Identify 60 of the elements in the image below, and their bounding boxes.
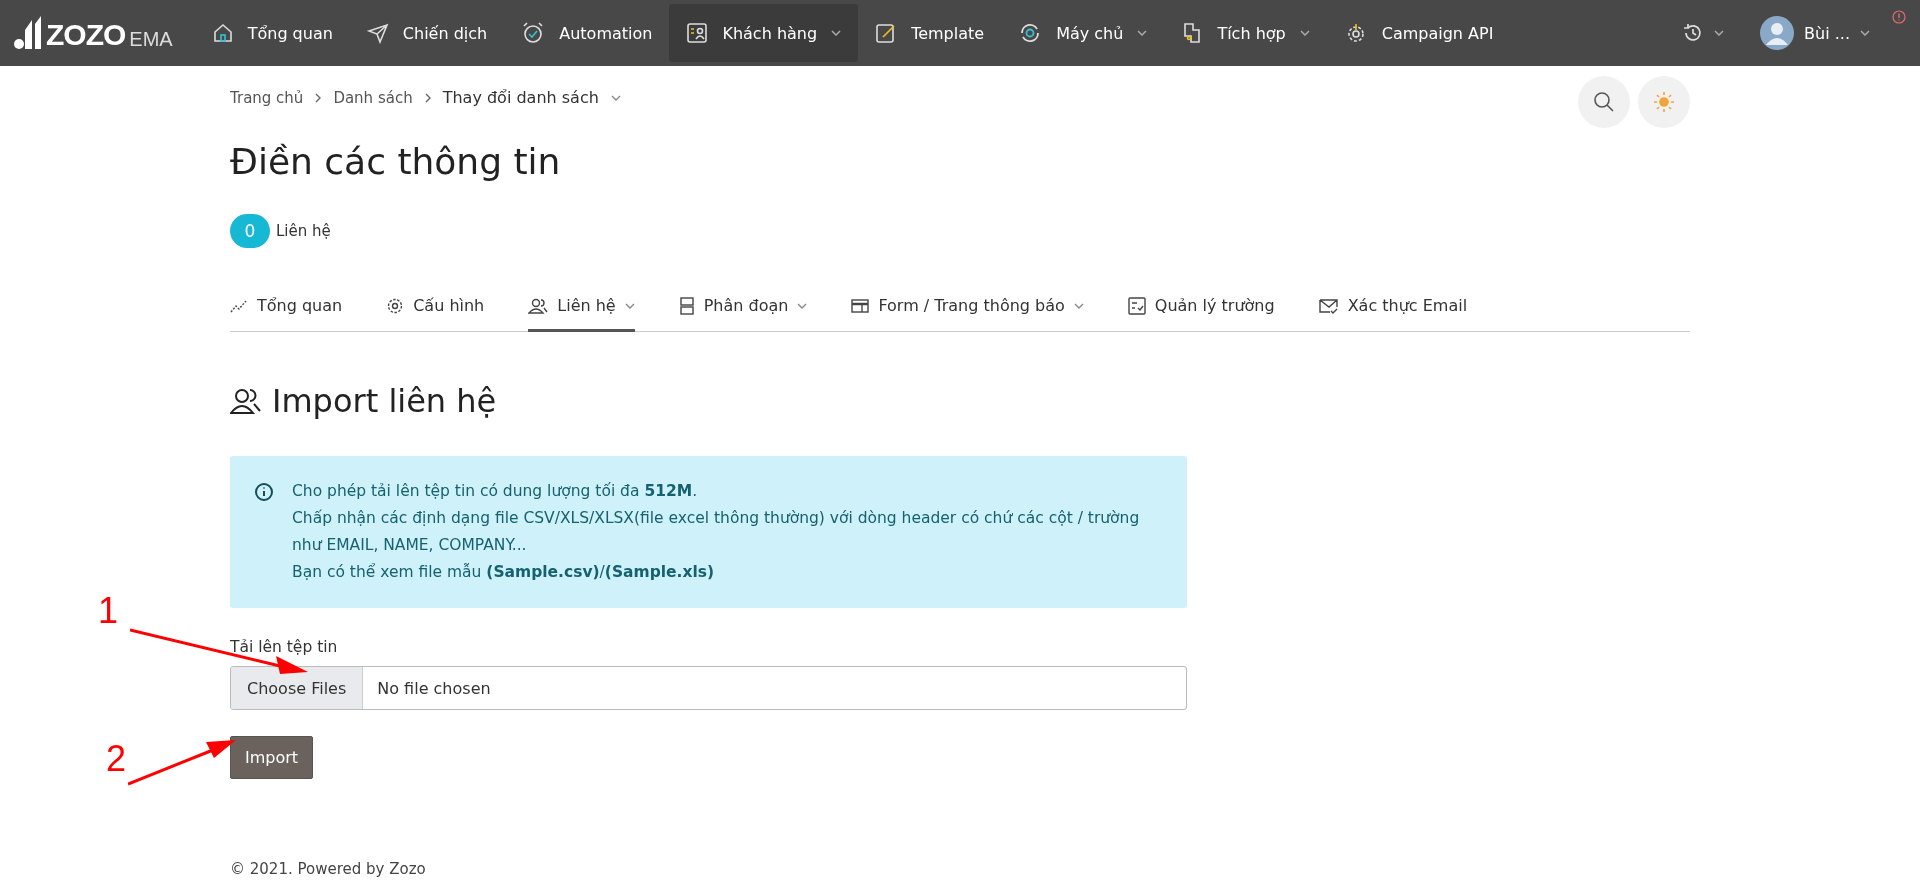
info-icon [254, 482, 274, 502]
annotation-number: 1 [98, 590, 119, 632]
users-icon [528, 296, 549, 315]
caret-icon [610, 94, 621, 101]
nav-item[interactable]: Campaign API [1326, 4, 1511, 62]
info-text: Bạn có thể xem file mẫu (Sample.csv)/(Sample.xls) [292, 562, 716, 583]
annotation-number: 2 [106, 738, 127, 780]
choose-files-button[interactable]: Choose Files [231, 667, 364, 709]
info-text: Cho phép tải lên tệp tin có dung lượng tối đa 512M. [292, 481, 699, 502]
file-name: No file chosen [376, 678, 491, 698]
user-menu[interactable]: Bùi ... [1752, 16, 1878, 50]
nav-item[interactable]: Chiến dịch [349, 4, 505, 62]
tab[interactable]: Xác thực Email [1318, 284, 1468, 332]
caret-icon [1860, 30, 1870, 36]
search-icon [1593, 91, 1615, 113]
logo-suffix: EMA [129, 28, 173, 50]
sun-icon [1653, 91, 1675, 113]
logo-icon [14, 16, 42, 50]
theme-button[interactable] [1638, 76, 1690, 128]
tab[interactable]: Tổng quan [230, 284, 343, 332]
import-button[interactable]: Import [230, 736, 314, 779]
nav-item[interactable]: Tích hợp [1164, 4, 1327, 62]
edit-icon [875, 22, 898, 44]
breadcrumb-link[interactable]: Trang chủ [230, 88, 304, 107]
nav-item[interactable]: Khách hàng [669, 4, 859, 62]
tab[interactable]: Liên hệ [528, 284, 635, 332]
checklist-icon [1127, 296, 1146, 315]
tab[interactable]: Quản lý trường [1127, 284, 1275, 332]
chevron-right-icon [315, 92, 322, 103]
count-label: Liên hệ [276, 222, 331, 240]
chevron-right-icon [424, 92, 431, 103]
nav-item[interactable]: Tổng quan [194, 4, 350, 62]
window-icon [851, 297, 870, 314]
users-icon [230, 387, 262, 415]
search-button[interactable] [1578, 76, 1630, 128]
caret-icon [1714, 30, 1725, 36]
info-text: Chấp nhận các định dạng file CSV/XLS/XLSX(file excel thông thường) với dòng header có chứ các cột / trường như EMAIL, NAME, COMPANY... [292, 508, 1141, 556]
contact-card-icon [686, 22, 709, 44]
page-title: Điền các thông tin [230, 140, 562, 184]
upload-label: Tải lên tệp tin [230, 638, 339, 656]
nav-item[interactable]: Template [858, 4, 1002, 62]
file-input[interactable]: Choose Files No file chosen [230, 666, 1187, 710]
split-rows-icon [678, 296, 695, 315]
logo-text: ZOZO [46, 20, 126, 50]
avatar-icon [1760, 16, 1795, 50]
breadcrumb-link[interactable]: Thay đổi danh sách [442, 88, 599, 107]
nav-item[interactable]: Máy chủ [1001, 4, 1165, 62]
section-title: Import liên hệ [272, 382, 497, 420]
nav-item[interactable]: Automation [504, 4, 670, 62]
count-badge: 0 [230, 214, 270, 248]
footer-text: © 2021. Powered by Zozo [230, 860, 427, 878]
paper-plane-icon [366, 22, 389, 44]
tab[interactable]: Form / Trang thông báo [851, 284, 1084, 332]
breadcrumb-link[interactable]: Danh sách [333, 88, 413, 107]
settings-icon [386, 296, 405, 315]
alert-icon [1892, 10, 1906, 24]
tab[interactable]: Phân đoạn [678, 284, 808, 332]
home-icon [211, 22, 234, 44]
tab[interactable]: Cấu hình [386, 284, 485, 332]
mail-check-icon [1318, 296, 1339, 315]
